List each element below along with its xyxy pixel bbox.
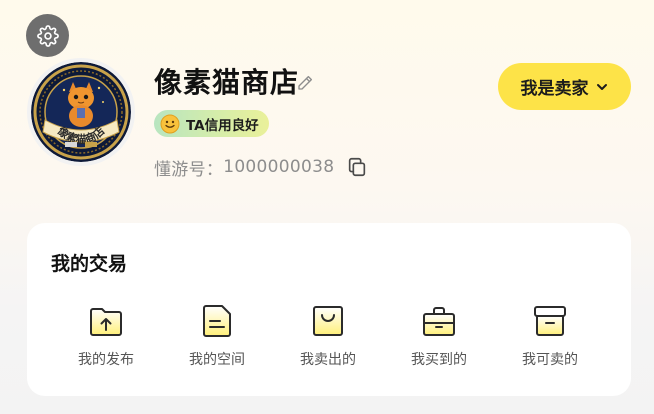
trade-item-sellable[interactable]: 我可卖的 — [510, 303, 590, 369]
settings-button[interactable] — [26, 14, 69, 57]
credit-badge-label: TA信用良好 — [186, 117, 259, 134]
pencil-icon[interactable] — [296, 74, 314, 92]
trade-item-label: 我买到的 — [411, 352, 467, 368]
trade-item-label: 我可卖的 — [522, 352, 578, 368]
trade-item-sold[interactable]: 我卖出的 — [288, 303, 368, 369]
chevron-down-icon — [596, 83, 607, 90]
trade-item-bought[interactable]: 我买到的 — [399, 303, 479, 369]
trade-item-label: 我卖出的 — [300, 352, 356, 368]
uid-label: 懂游号： — [154, 159, 224, 180]
uid-row: 懂游号： 1000000038 — [154, 154, 368, 180]
my-trades-title: 我的交易 — [51, 253, 128, 275]
upload-folder-icon — [90, 308, 122, 336]
shopping-bag-icon — [313, 306, 343, 336]
seller-mode-label: 我是卖家 — [520, 79, 589, 99]
credit-badge: TA信用良好 — [154, 110, 269, 137]
my-trades-card: 我的交易 我的发布 我的空间 我卖出的 我买到的 我可卖的 — [27, 223, 631, 396]
uid-value: 1000000038 — [223, 157, 335, 177]
trade-item-label: 我的空间 — [189, 352, 245, 368]
gear-icon — [36, 24, 59, 47]
shopping-basket-icon — [423, 307, 455, 336]
avatar[interactable]: 像素猫商店 — [27, 58, 135, 166]
shop-logo: 像素猫商店 — [31, 62, 131, 162]
trade-item-label: 我的发布 — [78, 352, 134, 368]
trade-item-my-space[interactable]: 我的空间 — [177, 303, 257, 369]
archive-box-icon — [534, 306, 566, 336]
seller-mode-button[interactable]: 我是卖家 — [498, 63, 631, 110]
shop-name: 像素猫商店 — [154, 66, 300, 99]
trade-item-my-posts[interactable]: 我的发布 — [66, 303, 146, 369]
document-icon — [203, 305, 231, 337]
copy-icon[interactable] — [346, 156, 368, 178]
smiley-icon — [160, 114, 180, 133]
